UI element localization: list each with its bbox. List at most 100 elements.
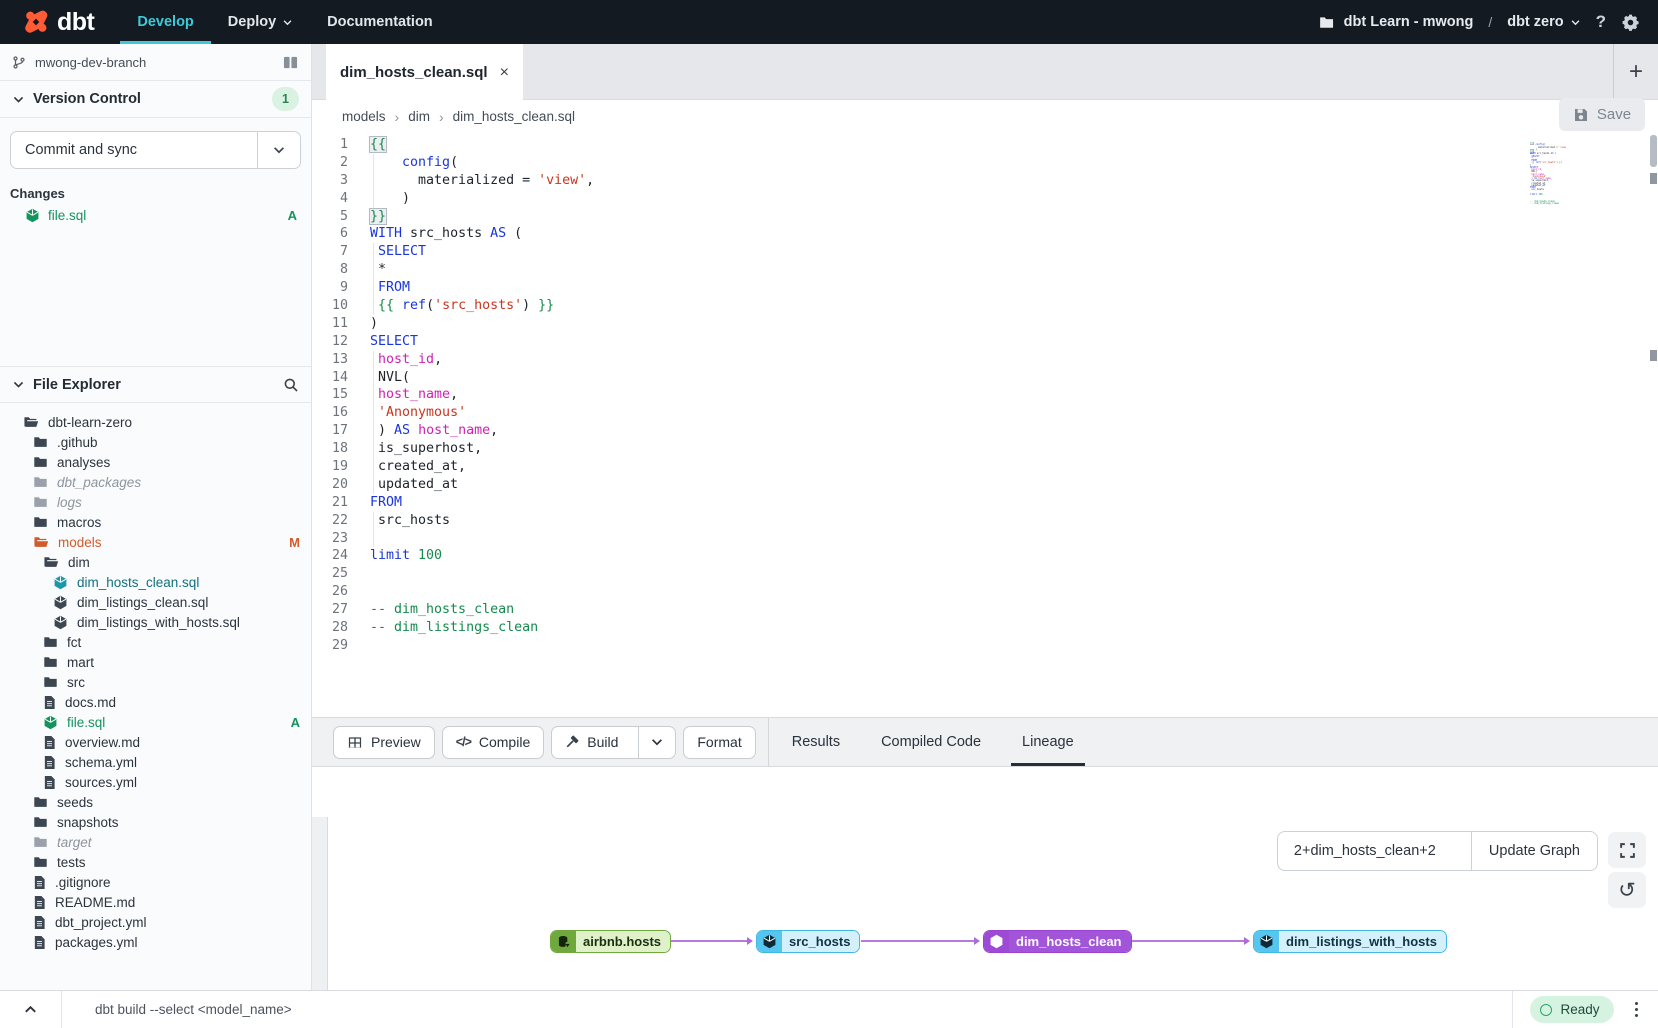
selector-input[interactable]: 2+dim_hosts_clean+2 <box>1278 832 1471 870</box>
search-icon[interactable] <box>283 377 299 393</box>
commit-and-sync-button[interactable]: Commit and sync <box>11 132 257 168</box>
database-icon <box>551 931 576 952</box>
editor-scrollbar[interactable] <box>1649 133 1658 717</box>
format-button[interactable]: Format <box>683 726 755 759</box>
code-line: 20 updated_at <box>312 476 1658 494</box>
account-switcher[interactable]: dbt zero <box>1507 14 1580 30</box>
code-line: 14 NVL( <box>312 369 1658 387</box>
commit-options-button[interactable] <box>257 132 300 168</box>
lineage-node-dim-hosts-clean[interactable]: dim_hosts_clean <box>983 930 1132 953</box>
nav-item-develop[interactable]: Develop <box>120 0 210 44</box>
compile-button[interactable]: </> Compile <box>442 726 544 759</box>
lineage-node-dim-listings-with-hosts[interactable]: dim_listings_with_hosts <box>1253 930 1447 953</box>
tree-item-snapshots[interactable]: snapshots <box>0 812 311 832</box>
file-explorer-header[interactable]: File Explorer <box>0 366 311 403</box>
tree-item-label: fct <box>67 635 81 650</box>
update-graph-button[interactable]: Update Graph <box>1471 832 1597 870</box>
code-line: 23 <box>312 530 1658 548</box>
command-bar-toggle[interactable] <box>0 991 62 1028</box>
nav-label: Documentation <box>327 14 433 30</box>
help-button[interactable]: ? <box>1596 12 1606 32</box>
tree-item-docs-md[interactable]: docs.md <box>0 692 311 712</box>
tree-item--gitignore[interactable]: .gitignore <box>0 872 311 892</box>
nav-item-deploy[interactable]: Deploy <box>211 0 310 44</box>
save-button[interactable]: Save <box>1559 98 1645 131</box>
line-number: 16 <box>312 404 370 422</box>
line-number: 24 <box>312 547 370 565</box>
tab-results[interactable]: Results <box>792 718 840 766</box>
tree-item-schema-yml[interactable]: schema.yml <box>0 752 311 772</box>
code-line: 22 src_hosts <box>312 512 1658 530</box>
tree-item-macros[interactable]: macros <box>0 512 311 532</box>
tree-item-label: dbt-learn-zero <box>48 415 132 430</box>
status-dot-icon <box>1540 1004 1552 1016</box>
build-options-button[interactable] <box>638 727 675 758</box>
tree-item-fct[interactable]: fct <box>0 632 311 652</box>
tab-dim-hosts-clean[interactable]: dim_hosts_clean.sql × <box>326 44 523 101</box>
account-name: dbt zero <box>1507 14 1563 30</box>
reset-view-button[interactable]: ↺ <box>1608 872 1646 908</box>
branch-row[interactable]: mwong-dev-branch <box>0 44 311 81</box>
tree-item-dim-listings-with-hosts-sql[interactable]: dim_listings_with_hosts.sql <box>0 612 311 632</box>
preview-button[interactable]: Preview <box>333 726 435 759</box>
status-label: Ready <box>1560 1002 1599 1017</box>
line-number: 1 <box>312 136 370 154</box>
new-tab-button[interactable]: + <box>1614 44 1658 99</box>
nav-item-documentation[interactable]: Documentation <box>310 0 450 44</box>
breadcrumb-item[interactable]: models <box>342 109 386 124</box>
tree-item-dim-hosts-clean-sql[interactable]: dim_hosts_clean.sql <box>0 572 311 592</box>
changes-count-badge: 1 <box>272 87 299 111</box>
tree-item-logs[interactable]: logs <box>0 492 311 512</box>
code-line: 12SELECT <box>312 333 1658 351</box>
tree-item-overview-md[interactable]: overview.md <box>0 732 311 752</box>
chevron-down-icon <box>272 143 286 157</box>
fullscreen-button[interactable] <box>1608 832 1646 868</box>
tree-item-packages-yml[interactable]: packages.yml <box>0 932 311 952</box>
dbt-logo[interactable]: dbt <box>0 0 120 44</box>
kebab-menu[interactable] <box>1631 998 1643 1022</box>
project-switcher[interactable]: dbt Learn - mwong <box>1318 14 1474 30</box>
tab-compiled-code[interactable]: Compiled Code <box>881 718 981 766</box>
tree-item-file-sql[interactable]: file.sqlA <box>0 712 311 732</box>
lineage-panel: 2+dim_hosts_clean+2 Update Graph ↺ airbn… <box>312 817 1658 990</box>
model-icon <box>53 595 68 610</box>
folder-open-icon <box>33 535 49 549</box>
build-button-group: Build <box>551 726 676 759</box>
line-number: 22 <box>312 512 370 530</box>
lineage-node-src-hosts[interactable]: src_hosts <box>756 930 860 953</box>
tree-item-models[interactable]: modelsM <box>0 532 311 552</box>
tree-item--github[interactable]: .github <box>0 432 311 452</box>
lineage-edge <box>1130 940 1245 942</box>
code-editor[interactable]: 1{{2 config(3 materialized = 'view',4 )5… <box>312 133 1658 717</box>
tree-item-label: dbt_project.yml <box>55 915 147 930</box>
breadcrumb-item[interactable]: dim <box>408 109 430 124</box>
tree-item-readme-md[interactable]: README.md <box>0 892 311 912</box>
tree-item-tests[interactable]: tests <box>0 852 311 872</box>
tree-item-seeds[interactable]: seeds <box>0 792 311 812</box>
changed-file-row[interactable]: file.sqlA <box>0 205 311 226</box>
tree-item-src[interactable]: src <box>0 672 311 692</box>
version-control-header[interactable]: Version Control 1 <box>0 81 311 118</box>
tree-item-dim[interactable]: dim <box>0 552 311 572</box>
sidebar: mwong-dev-branch Version Control 1 Commi… <box>0 44 312 990</box>
reader-icon[interactable] <box>282 55 299 70</box>
preview-grid-icon <box>347 735 363 750</box>
tree-item-dim-listings-clean-sql[interactable]: dim_listings_clean.sql <box>0 592 311 612</box>
git-status-badge: A <box>288 208 297 223</box>
lineage-node-airbnb-hosts[interactable]: airbnb.hosts <box>550 930 671 953</box>
tree-item-mart[interactable]: mart <box>0 652 311 672</box>
tree-item-dbt-learn-zero[interactable]: dbt-learn-zero <box>0 412 311 432</box>
save-icon <box>1573 107 1589 123</box>
tree-item-dbt-project-yml[interactable]: dbt_project.yml <box>0 912 311 932</box>
tab-title: dim_hosts_clean.sql <box>340 64 488 81</box>
gear-icon[interactable] <box>1621 13 1640 32</box>
tree-item-target[interactable]: target <box>0 832 311 852</box>
tab-lineage[interactable]: Lineage <box>1022 718 1074 766</box>
breadcrumb-item[interactable]: dim_hosts_clean.sql <box>453 109 575 124</box>
command-input[interactable]: dbt build --select <model_name> <box>62 1002 1512 1017</box>
tree-item-sources-yml[interactable]: sources.yml <box>0 772 311 792</box>
close-icon[interactable]: × <box>500 64 509 82</box>
build-button[interactable]: Build <box>552 727 630 758</box>
tree-item-dbt-packages[interactable]: dbt_packages <box>0 472 311 492</box>
tree-item-analyses[interactable]: analyses <box>0 452 311 472</box>
